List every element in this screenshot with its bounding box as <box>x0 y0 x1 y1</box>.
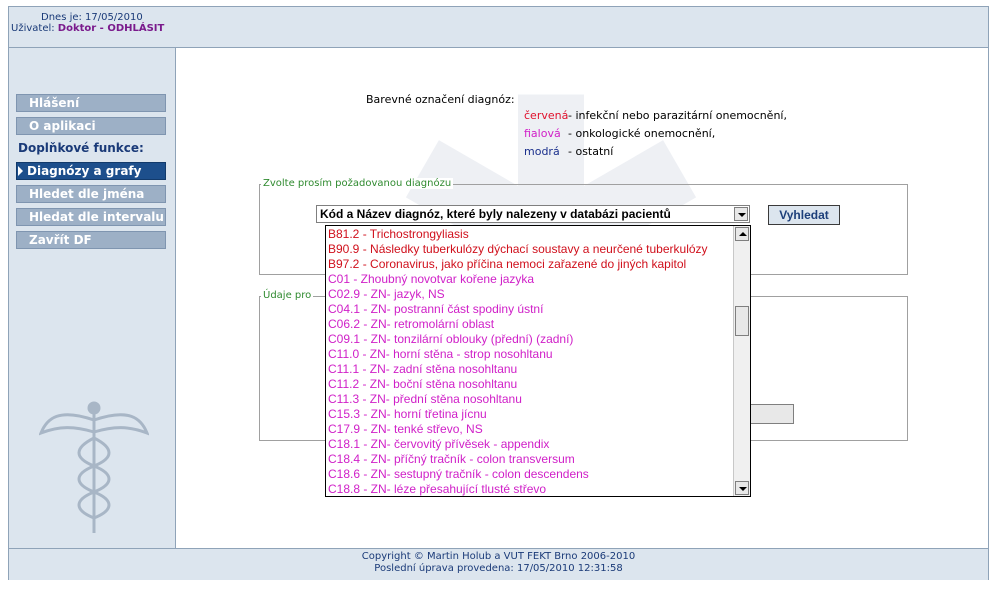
sidebar-item-o-aplikaci[interactable]: O aplikaci <box>16 117 166 135</box>
sidebar-item-zavrit[interactable]: Zavřít DF <box>16 231 166 249</box>
last-update-text: Poslední úprava provedena: 17/05/2010 12… <box>374 563 623 574</box>
dropdown-option[interactable]: C11.2 - ZN- boční stěna nosohltanu <box>326 377 734 392</box>
legend-key-blue: modrá <box>524 145 560 158</box>
legend-key-red: červená <box>524 109 569 122</box>
sidebar-item-hledat-jmena[interactable]: Hledet dle jména <box>16 185 166 203</box>
dropdown-option[interactable]: B81.2 - Trichostrongyliasis <box>326 227 734 242</box>
logout-link[interactable]: Doktor - ODHLÁSIT <box>58 23 165 34</box>
option-list: B81.2 - Trichostrongyliasis B90.9 - Násle… <box>326 227 734 496</box>
dropdown-option[interactable]: C18.4 - ZN- příčný tračník - colon trans… <box>326 452 734 467</box>
user-prefix: Uživatel: <box>11 23 58 34</box>
sidebar-item-label: Diagnózy a grafy <box>27 164 142 178</box>
legend-text-red: - infekční nebo parazitární onemocnění, <box>568 109 787 122</box>
dropdown-option[interactable]: C11.0 - ZN- horní stěna - strop nosohlta… <box>326 347 734 362</box>
dropdown-option[interactable]: C01 - Zhoubný novotvar kořene jazyka <box>326 272 734 287</box>
diagnosis-fieldset-legend: Zvolte prosím požadovanou diagnózu <box>261 178 454 189</box>
current-date: Dnes je: 17/05/2010 <box>41 12 143 23</box>
legend-row-blue: modrá - ostatní <box>524 145 613 158</box>
patient-fieldset-legend: Údaje pro <box>261 290 314 301</box>
dropdown-scrollbar[interactable] <box>733 226 750 496</box>
dropdown-option[interactable]: B97.2 - Coronavirus, jako příčina nemoci… <box>326 257 734 272</box>
dropdown-option[interactable]: C15.3 - ZN- horní třetina jícnu <box>326 407 734 422</box>
sidebar-item-diagnozy[interactable]: Diagnózy a grafy <box>16 162 166 180</box>
caduceus-icon <box>39 401 149 533</box>
color-legend-title: Barevné označení diagnóz: <box>366 93 515 106</box>
dropdown-option[interactable]: C11.1 - ZN- zadní stěna nosohltanu <box>326 362 734 377</box>
dropdown-option[interactable]: C02.9 - ZN- jazyk, NS <box>326 287 734 302</box>
sidebar-item-hlaseni[interactable]: Hlášení <box>16 94 166 112</box>
sidebar-section-label: Doplňkové funkce: <box>18 141 144 155</box>
legend-text-blue: - ostatní <box>568 145 614 158</box>
header-bar: Dnes je: 17/05/2010 Uživatel: Doktor - O… <box>9 7 988 48</box>
diagnosis-select[interactable]: Kód a Název diagnóz, které byly nalezeny… <box>316 205 750 223</box>
active-arrow-icon <box>18 166 23 176</box>
dropdown-option[interactable]: C09.1 - ZN- tonzilární oblouky (přední) … <box>326 332 734 347</box>
footer: Copyright © Martin Holub a VUT FEKT Brno… <box>9 548 988 580</box>
diagnosis-select-value: Kód a Název diagnóz, které byly nalezeny… <box>320 207 671 221</box>
scroll-down-icon[interactable] <box>735 481 749 495</box>
scroll-up-icon[interactable] <box>735 227 749 241</box>
dropdown-option[interactable]: C18.6 - ZN- sestupný tračník - colon des… <box>326 467 734 482</box>
dropdown-option[interactable]: C11.3 - ZN- přední stěna nosohltanu <box>326 392 734 407</box>
user-info: Uživatel: Doktor - ODHLÁSIT <box>11 23 164 34</box>
legend-text-purple: - onkologické onemocnění, <box>568 127 716 140</box>
scroll-thumb[interactable] <box>735 306 749 336</box>
dropdown-option[interactable]: C18.1 - ZN- červovitý přívěsek - appendi… <box>326 437 734 452</box>
copyright-text: Copyright © Martin Holub a VUT FEKT Brno… <box>361 551 636 562</box>
sidebar: Hlášení O aplikaci Doplňkové funkce: Dia… <box>9 48 176 548</box>
dropdown-option[interactable]: C18.8 - ZN- léze přesahující tlusté stře… <box>326 482 734 496</box>
dropdown-option[interactable]: C17.9 - ZN- tenké střevo, NS <box>326 422 734 437</box>
search-button[interactable]: Vyhledat <box>768 205 840 225</box>
dropdown-option[interactable]: C06.2 - ZN- retromolární oblast <box>326 317 734 332</box>
dropdown-option[interactable]: C04.1 - ZN- postranní část spodiny ústní <box>326 302 734 317</box>
legend-row-purple: fialová - onkologické onemocnění, <box>524 127 715 140</box>
sidebar-item-hledat-intervalu[interactable]: Hledat dle intervalu <box>16 208 166 226</box>
dropdown-arrow-icon[interactable] <box>734 207 748 221</box>
legend-row-red: červená- infekční nebo parazitární onemo… <box>524 109 787 122</box>
legend-key-purple: fialová <box>524 127 561 140</box>
diagnosis-dropdown-list[interactable]: B81.2 - Trichostrongyliasis B90.9 - Násle… <box>325 225 751 497</box>
dropdown-option[interactable]: B90.9 - Následky tuberkulózy dýchací sou… <box>326 242 734 257</box>
